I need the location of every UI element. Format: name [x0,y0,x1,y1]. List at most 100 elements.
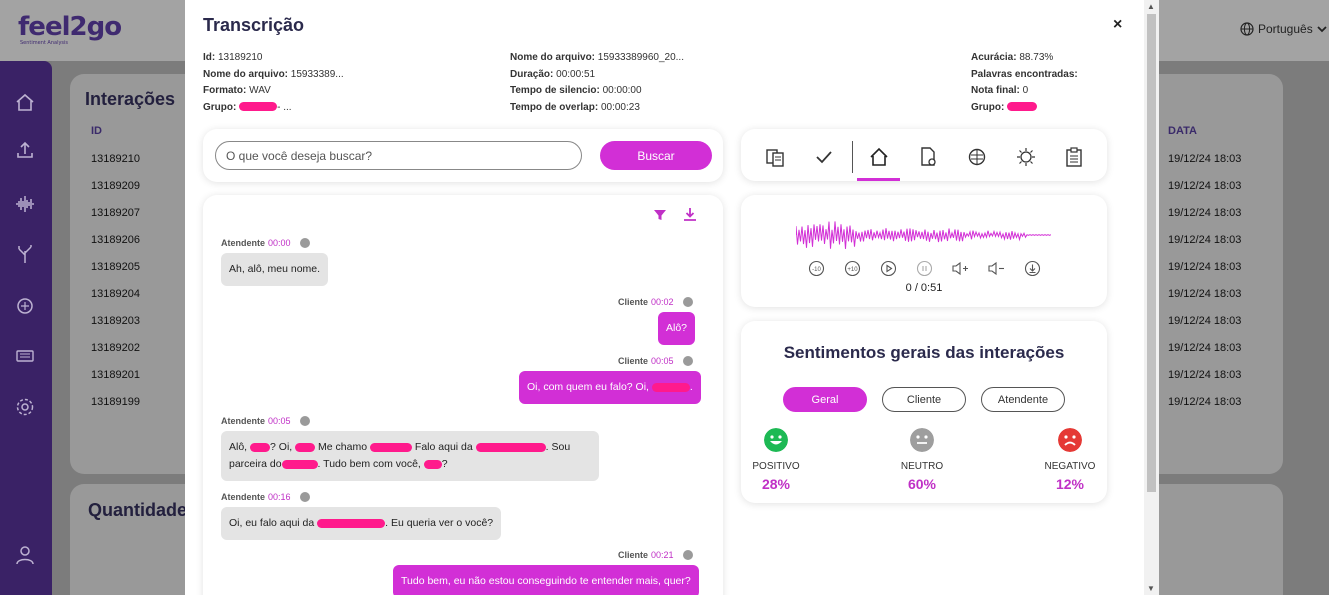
message-text: parceira do [229,458,282,470]
modal-title: Transcrição [203,15,305,35]
keyboard-icon[interactable] [14,345,36,367]
audio-wave-icon[interactable] [14,193,36,215]
redaction [295,442,316,452]
upload-icon[interactable] [14,139,36,161]
clipboard-checklist-icon [1066,147,1082,167]
redaction [281,459,318,469]
redaction [317,518,386,528]
neutral-sentiment-icon [299,492,310,502]
check-tool[interactable] [810,143,838,171]
volume-up-icon [952,261,968,275]
meta-silence-value: 00:00:00 [602,85,642,96]
scroll-thumb[interactable] [1147,14,1156,492]
sentiment-title: Sentimentos gerais das interações [783,343,1065,362]
neutral-sentiment-icon [299,416,310,426]
negative-face-icon [1058,428,1082,452]
message-header: Cliente 00:21 [618,550,693,560]
meta-silence-label: Tempo de silencio: [510,85,600,96]
tab-geral[interactable]: Geral [783,387,867,412]
home-icon [870,147,888,166]
table-cell-id: 13189206 [91,234,140,246]
message-text: Oi, eu falo aqui da [229,517,315,529]
ai-tool[interactable] [1012,143,1040,171]
message-header: Cliente 00:02 [618,297,693,307]
document-tool[interactable] [914,143,942,171]
neutral-sentiment-icon [682,550,693,560]
message-text: ? [441,458,448,470]
message-bubble-atendente: Ah, alô, meu nome. [221,253,329,286]
meta2-file-label: Nome do arquivo: [510,52,596,63]
message-time[interactable]: 00:05 [651,356,674,366]
meta3-group-label: Grupo: [971,101,1005,113]
tree-icon[interactable] [14,243,36,265]
message-bubble-atendente: Oi, eu falo aqui da . Eu queria ver o vo… [221,507,502,540]
home-icon[interactable] [14,91,36,113]
message-time[interactable]: 00:02 [651,297,674,307]
tab-atendente[interactable]: Atendente [981,387,1065,412]
table-cell-date: 19/12/24 18:03 [1168,234,1242,246]
meta-group-suffix: - ... [277,101,292,113]
download-circle-icon [1024,260,1040,276]
tab-cliente[interactable]: Cliente [882,387,966,412]
waveform[interactable] [796,219,1051,251]
volume-down-button[interactable] [987,259,1005,277]
table-cell-date: 19/12/24 18:03 [1168,396,1242,408]
brain-tool[interactable] [963,143,991,171]
tool-separator [852,141,853,173]
search-input[interactable]: O que você deseja buscar? [215,141,582,170]
col-data-header: DATA [1168,125,1197,137]
speaker-name: Atendente [221,492,266,502]
meta-overlap-label: Tempo de overlap: [510,101,599,113]
play-icon [880,260,896,276]
play-button[interactable] [879,259,897,277]
language-selector[interactable]: Português [1240,22,1327,36]
scroll-up-arrow[interactable]: ▲ [1147,2,1155,11]
message-time[interactable]: 00:00 [268,238,291,248]
message-text: . [689,381,693,393]
pause-button[interactable] [915,259,933,277]
table-cell-date: 19/12/24 18:03 [1168,315,1242,327]
meta-file-label: Nome do arquivo: [203,68,289,80]
search-button[interactable]: Buscar [600,141,712,170]
meta-format-label: Formato: [203,85,247,96]
negative-label: NEGATIVO [1044,461,1096,472]
scroll-down-arrow[interactable]: ▼ [1147,584,1155,593]
forward-10-button[interactable]: +10 [843,259,861,277]
filter-icon[interactable] [654,209,666,221]
meta-score-label: Nota final: [971,85,1020,96]
table-cell-date: 19/12/24 18:03 [1168,207,1242,219]
neutral-sentiment-icon [299,238,310,248]
meta-accuracy-value: 88.73% [1019,52,1054,63]
positive-label: POSITIVO [752,461,800,472]
message-text: Oi, com quem eu falo? Oi, [527,381,649,393]
meta-score-value: 0 [1022,85,1029,96]
rewind-10-button[interactable]: -10 [807,259,825,277]
table-cell-id: 13189203 [91,315,140,327]
settings-icon[interactable] [14,396,36,418]
download-icon[interactable] [684,208,696,221]
ai-icon[interactable] [14,295,36,317]
close-button[interactable]: × [1113,16,1122,34]
checklist-tool[interactable] [1060,143,1088,171]
table-cell-date: 19/12/24 18:03 [1168,261,1242,273]
volume-up-button[interactable] [951,259,969,277]
message-bubble-cliente: Alô? [658,312,696,345]
copy-tool[interactable] [761,143,789,171]
table-cell-id: 13189201 [91,369,140,381]
table-cell-id: 13189202 [91,342,140,354]
message-time[interactable]: 00:21 [651,550,674,560]
download-audio-button[interactable] [1023,259,1041,277]
svg-text:+10: +10 [847,267,858,273]
search-panel: O que você deseja buscar? Buscar [203,129,723,182]
modal-scrollbar[interactable]: ▲ ▼ [1144,0,1159,595]
interacoes-title: Interações [85,89,176,109]
home-tool[interactable] [865,143,893,171]
transcription-modal: Transcrição × Id: 13189210 Nome do arqui… [185,0,1144,595]
redaction [239,102,278,112]
user-icon[interactable] [14,544,36,566]
message-time[interactable]: 00:05 [268,416,291,426]
speaker-name: Atendente [221,238,266,248]
audio-player-panel: -10 +10 0 / 0:51 [741,195,1107,307]
table-cell-id: 13189210 [91,153,140,165]
message-time[interactable]: 00:16 [268,492,291,502]
